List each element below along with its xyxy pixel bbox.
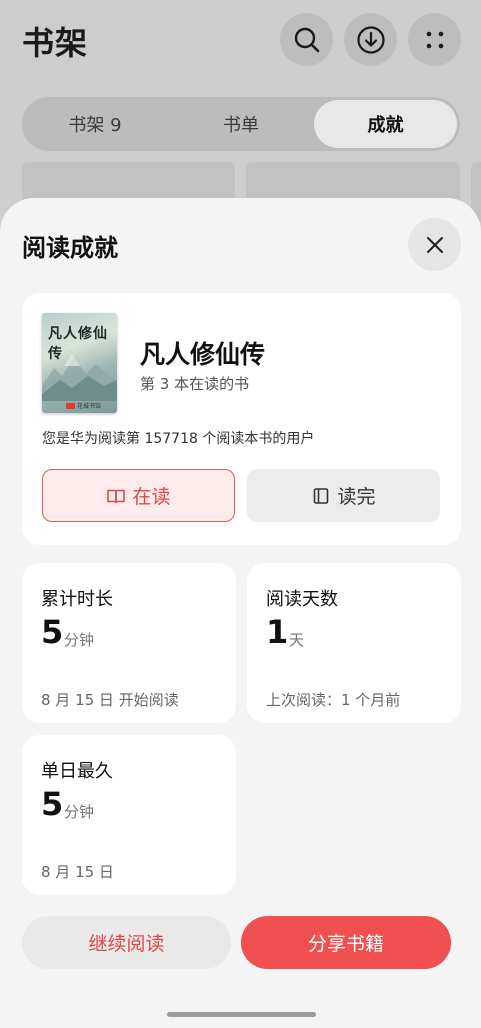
stat-label: 阅读天数 [266,589,338,610]
close-button[interactable] [408,218,461,271]
stat-label: 累计时长 [41,589,113,610]
more-button[interactable] [408,13,461,66]
finished-status-button[interactable]: 读完 [247,469,440,522]
reading-status-label: 在读 [132,486,171,508]
stat-note: 8 月 15 日 开始阅读 [41,691,179,709]
search-button[interactable] [280,13,333,66]
stat-unit: 分钟 [64,631,95,649]
stat-label: 单日最久 [41,761,113,782]
close-icon [426,236,443,253]
download-icon [356,25,385,54]
book-title: 凡人修仙传 [140,340,266,369]
reading-achievement-sheet: 阅读成就 凡人修仙传 花城书馆 凡人修仙传 第 3 本在读的书 您是华为阅读第 … [0,198,481,1028]
shelf-tabs: 书架 9 书单 成就 [22,97,460,151]
stat-note: 上次阅读：1 个月前 [266,691,401,709]
cover-title: 凡人修仙传 [48,326,108,362]
book-reader-rank: 您是华为阅读第 157718 个阅读本书的用户 [42,431,315,447]
tab-booklist[interactable]: 书单 [168,97,314,151]
publisher-logo [66,403,75,409]
book-cover[interactable]: 凡人修仙传 花城书馆 [42,313,117,413]
continue-reading-button[interactable]: 继续阅读 [22,916,231,969]
download-button[interactable] [344,13,397,66]
more-icon [426,31,443,48]
book-card: 凡人修仙传 花城书馆 凡人修仙传 第 3 本在读的书 您是华为阅读第 15771… [22,293,461,545]
tab-achievements[interactable]: 成就 [314,100,457,148]
stat-note: 8 月 15 日 [41,863,114,881]
open-book-icon [107,489,126,503]
finished-status-label: 读完 [337,486,376,508]
reading-status-button[interactable]: 在读 [42,469,235,522]
sheet-title: 阅读成就 [22,234,118,262]
closed-book-icon [314,487,329,504]
stat-unit: 分钟 [64,803,95,821]
tab-bookshelf[interactable]: 书架 9 [22,97,168,151]
search-icon [294,27,319,52]
cover-publisher: 花城书馆 [77,403,102,410]
book-reading-order: 第 3 本在读的书 [140,375,250,393]
page-title: 书架 [22,24,89,62]
stat-reading-days: 阅读天数 1 天 上次阅读：1 个月前 [247,563,461,723]
home-indicator[interactable] [167,1012,316,1017]
stat-longest-day: 单日最久 5 分钟 8 月 15 日 [22,735,236,895]
stat-value: 5 [41,785,64,823]
share-book-button[interactable]: 分享书籍 [241,916,451,969]
stat-value: 1 [266,613,289,651]
stat-value: 5 [41,613,64,651]
stat-total-duration: 累计时长 5 分钟 8 月 15 日 开始阅读 [22,563,236,723]
stat-unit: 天 [289,631,305,649]
